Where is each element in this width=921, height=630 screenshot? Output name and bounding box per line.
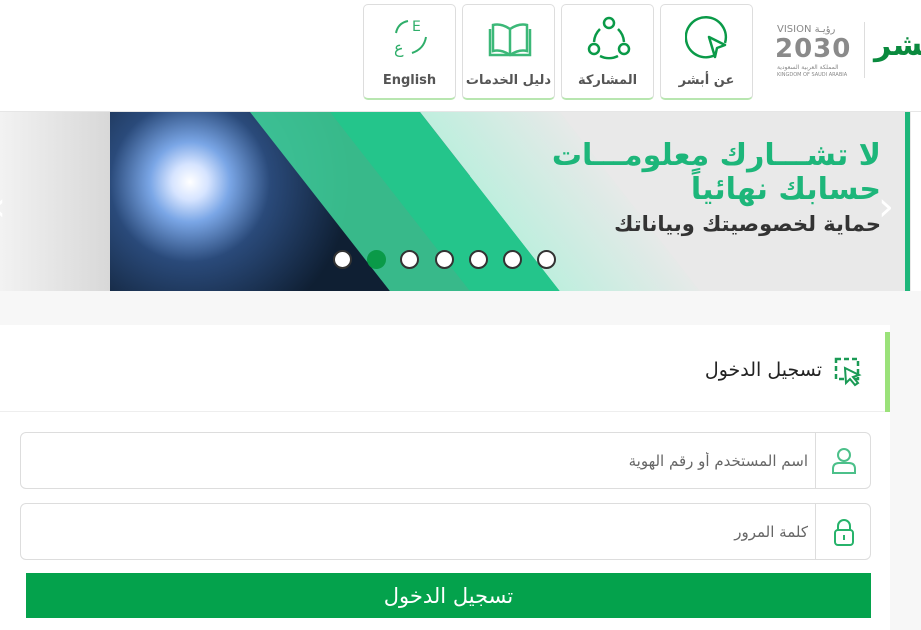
banner-person — [0, 112, 110, 291]
header: عن أبشر المشاركة دليل الخدمات Eع English… — [0, 0, 921, 112]
login-select-icon — [834, 357, 862, 387]
lock-icon-box — [815, 504, 870, 559]
carousel-dot[interactable] — [503, 250, 522, 269]
login-title: تسجيل الدخول — [704, 359, 822, 381]
login-button[interactable]: تسجيل الدخول — [26, 573, 871, 618]
cursor-circle-icon — [685, 15, 728, 59]
language-switch-icon: Eع — [394, 19, 427, 58]
user-icon-box — [815, 433, 870, 488]
kingdom-ar: المملكة العربية السعودية — [777, 64, 839, 71]
carousel-dot[interactable] — [400, 250, 419, 269]
nav-label: English — [382, 73, 437, 88]
banner-line-2: حسابك نهائياً — [690, 172, 881, 207]
password-input[interactable] — [21, 504, 816, 559]
absher-vision-logo: VISION رؤيـة 2030 المملكة العربية السعود… — [770, 18, 921, 82]
password-field — [20, 503, 871, 560]
carousel-prev-button[interactable]: ‹ — [0, 187, 6, 227]
open-book-icon — [488, 23, 532, 57]
login-header: تسجيل الدخول — [0, 325, 890, 412]
banner-line-3: حماية لخصوصيتك وبياناتك — [614, 212, 881, 236]
carousel-dot[interactable] — [333, 250, 352, 269]
nav-english[interactable]: Eع English — [363, 4, 456, 100]
carousel-dot[interactable] — [469, 250, 488, 269]
banner-line-1: لا تشـــارك معلومـــات — [551, 138, 881, 173]
nav-participation[interactable]: المشاركة — [561, 4, 654, 100]
username-field — [20, 432, 871, 489]
carousel-dot[interactable] — [435, 250, 454, 269]
vision-year: 2030 — [775, 34, 852, 64]
nav-services-guide[interactable]: دليل الخدمات — [462, 4, 555, 100]
user-icon — [832, 448, 856, 474]
svg-text:ع: ع — [394, 38, 404, 58]
share-network-icon — [587, 16, 631, 60]
nav-label: المشاركة — [577, 73, 638, 88]
nav-label: دليل الخدمات — [465, 73, 552, 88]
nav-about-absher[interactable]: عن أبشر — [660, 4, 753, 100]
kingdom-en: KINGDOM OF SAUDI ARABIA — [777, 72, 848, 78]
nav-label: عن أبشر — [678, 73, 735, 88]
lock-icon — [834, 519, 854, 546]
absher-logo: أبشر — [874, 28, 921, 63]
hero-carousel[interactable]: لا تشـــارك معلومـــات حسابك نهائياً حما… — [0, 112, 921, 291]
svg-text:E: E — [412, 19, 421, 35]
carousel-dot[interactable] — [537, 250, 556, 269]
carousel-dot-active[interactable] — [367, 250, 386, 269]
carousel-next-button[interactable]: › — [878, 187, 894, 227]
username-input[interactable] — [21, 433, 816, 488]
